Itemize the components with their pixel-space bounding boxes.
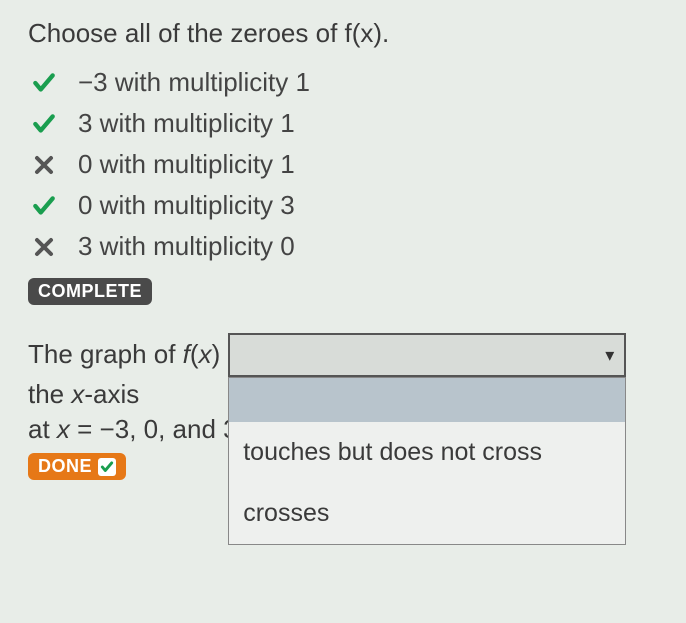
done-badge-label: DONE xyxy=(38,456,92,477)
option-label: 3 with multiplicity 0 xyxy=(78,231,295,262)
graph-prefix-text: The graph of f(x) xyxy=(28,337,220,372)
option-label: 3 with multiplicity 1 xyxy=(78,108,295,139)
check-icon xyxy=(28,70,60,96)
question-text: Choose all of the zeroes of f(x). xyxy=(28,18,658,49)
option-row: −3 with multiplicity 1 xyxy=(28,67,658,98)
option-row: 3 with multiplicity 0 xyxy=(28,231,658,262)
x-icon xyxy=(28,153,60,177)
check-icon xyxy=(28,111,60,137)
dropdown-option[interactable]: crosses xyxy=(229,483,625,544)
option-row: 0 with multiplicity 1 xyxy=(28,149,658,180)
done-badge[interactable]: DONE xyxy=(28,453,126,480)
option-row: 0 with multiplicity 3 xyxy=(28,190,658,221)
dropdown-list: touches but does not cross crosses xyxy=(228,377,626,545)
dropdown-option[interactable]: touches but does not cross xyxy=(229,422,625,483)
chevron-down-icon: ▾ xyxy=(605,345,614,366)
dropdown-option-blank[interactable] xyxy=(229,378,625,422)
option-row: 3 with multiplicity 1 xyxy=(28,108,658,139)
options-list: −3 with multiplicity 1 3 with multiplici… xyxy=(28,67,658,262)
check-icon xyxy=(98,458,116,476)
graph-section: The graph of f(x) ▾ touches but does not… xyxy=(28,333,658,480)
dropdown-selected[interactable]: ▾ xyxy=(228,333,626,377)
dropdown[interactable]: ▾ touches but does not cross crosses xyxy=(228,333,626,377)
x-icon xyxy=(28,235,60,259)
option-label: 0 with multiplicity 3 xyxy=(78,190,295,221)
option-label: 0 with multiplicity 1 xyxy=(78,149,295,180)
check-icon xyxy=(28,193,60,219)
option-label: −3 with multiplicity 1 xyxy=(78,67,310,98)
complete-badge: COMPLETE xyxy=(28,278,152,305)
